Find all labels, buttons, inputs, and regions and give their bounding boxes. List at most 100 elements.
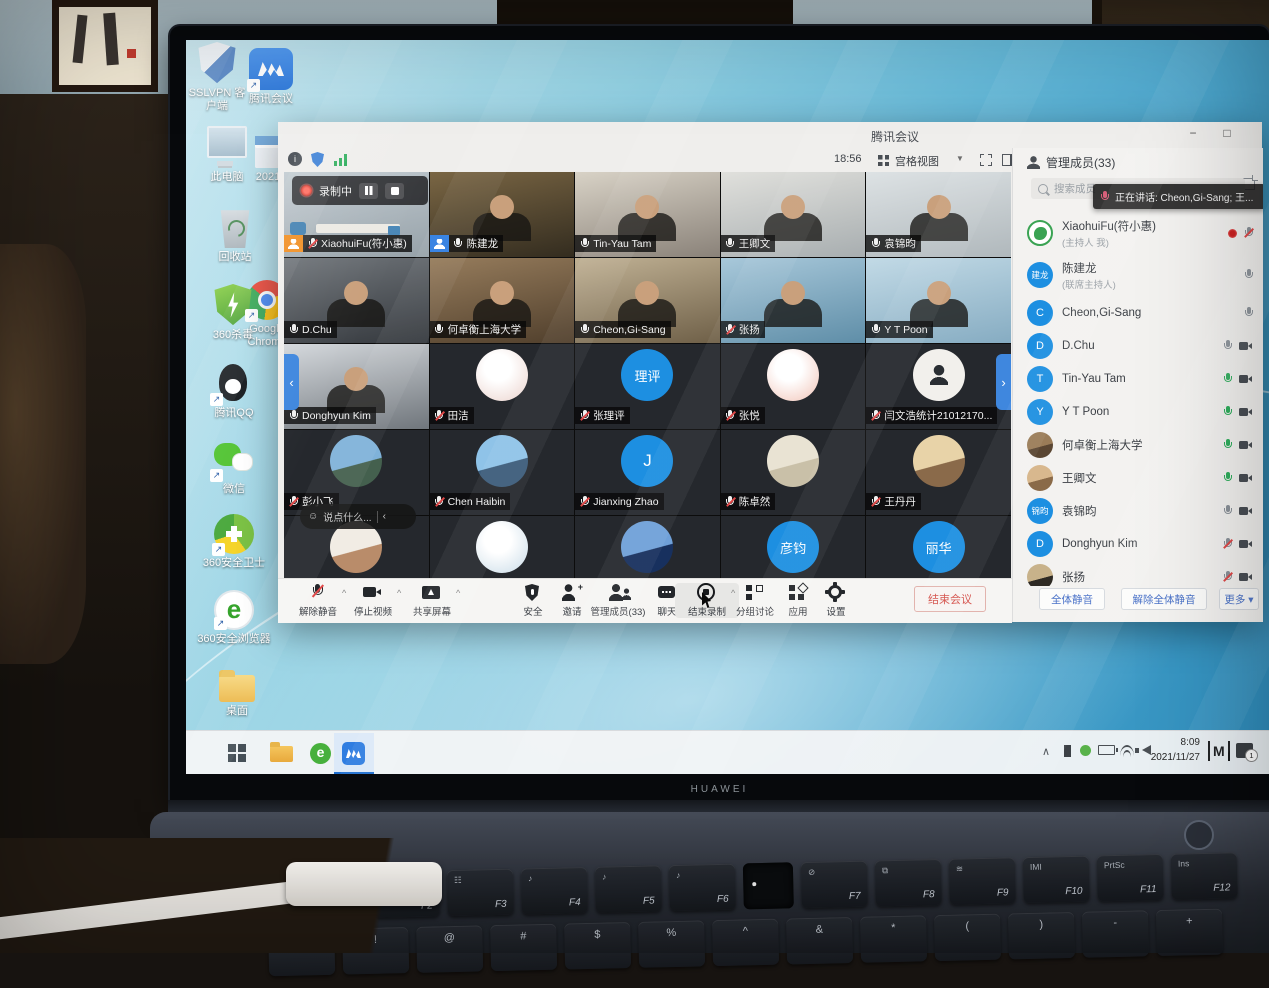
person-glyph [288, 239, 299, 249]
participant-tile[interactable]: JJianxing Zhao [575, 430, 720, 515]
desktop-icon-wechat[interactable]: ↗微信 [206, 438, 262, 496]
toolbar-gear[interactable]: 设置 [804, 583, 868, 618]
member-row[interactable]: XiaohuiFu(符小惠)(主持人 我) [1013, 212, 1263, 254]
fullscreen-icon[interactable] [980, 154, 992, 166]
member-row[interactable]: 王卿文 [1013, 461, 1263, 494]
desktop-icon-label: 腾讯QQ [214, 407, 253, 420]
participant-tile[interactable]: 彦钧彦钧 [721, 516, 866, 578]
battery-icon[interactable] [1098, 745, 1115, 755]
person-head [490, 281, 514, 305]
maximize-button[interactable]: □ [1218, 126, 1236, 140]
view-mode-dropdown[interactable]: 宫格视图 [895, 153, 939, 169]
minimize-button[interactable]: − [1184, 126, 1202, 140]
prev-page-arrow[interactable]: ‹ [284, 354, 299, 410]
participant-tile[interactable]: 彭小飞 [284, 430, 429, 515]
participant-tile[interactable] [575, 516, 720, 578]
meeting-window: 腾讯会议 − □ i 18:56 宫格视图 ▼ XiaohuiFu(符小惠)陈建… [278, 122, 1262, 622]
taskbar-clock[interactable]: 8:09 2021/11/27 [1144, 736, 1200, 765]
participant-tile[interactable] [430, 516, 575, 578]
meeting-taskbar-slot[interactable] [334, 733, 374, 774]
desktop-icon-sslvpn[interactable]: ↗SSLVPN 客户端 [186, 42, 248, 112]
member-row[interactable]: CCheon,Gi-Sang [1013, 296, 1263, 329]
participant-tile[interactable]: 何卓衡上海大学 [430, 258, 575, 343]
member-list: XiaohuiFu(符小惠)(主持人 我)建龙陈建龙(联席主持人)CCheon,… [1013, 212, 1263, 586]
desktop-icon-label: 微信 [223, 483, 245, 496]
member-text: 袁锦昀 [1062, 503, 1097, 519]
key-symbol: ) [1008, 912, 1075, 959]
desktop-icon-label: 360安全浏览器 [197, 633, 270, 646]
participant-tile[interactable]: Tin-Yau Tam [575, 172, 720, 257]
desktop-icon-folder[interactable]: 桌面 [212, 666, 262, 718]
chat-placeholder: 说点什么... [323, 509, 371, 524]
end-meeting-button[interactable]: 结束会议 [914, 586, 986, 612]
member-row[interactable]: 锦昀袁锦昀 [1013, 494, 1263, 527]
member-row[interactable]: 何卓衡上海大学 [1013, 428, 1263, 461]
next-page-arrow[interactable]: › [996, 354, 1011, 410]
member-row[interactable]: 张扬 [1013, 560, 1263, 586]
member-row[interactable]: TTin-Yau Tam [1013, 362, 1263, 395]
participant-tile[interactable]: 田洁 [430, 344, 575, 429]
member-row[interactable]: DD.Chu [1013, 329, 1263, 362]
start-button[interactable] [228, 744, 246, 762]
shortcut-arrow-icon: ↗ [209, 315, 222, 328]
pause-recording-button[interactable] [359, 183, 378, 199]
stop-recording-button[interactable] [385, 183, 404, 199]
usb-tray-icon[interactable] [1064, 745, 1071, 757]
quick-chat-bubble[interactable]: ☺ 说点什么... ‹ [300, 504, 416, 529]
notification-icon[interactable]: 1 [1236, 743, 1253, 758]
toolbar-share[interactable]: 共享屏幕 [400, 583, 464, 618]
key-label: - [1082, 916, 1148, 929]
desktop-icon-recycle[interactable]: 回收站 [206, 206, 264, 264]
participant-tile[interactable]: 王卿文 [721, 172, 866, 257]
participant-tile[interactable]: 张扬 [721, 258, 866, 343]
desktop-icon-label: 桌面 [226, 705, 248, 718]
unmute-all-button[interactable]: 解除全体静音 [1121, 588, 1207, 610]
participant-tile[interactable]: 张悦 [721, 344, 866, 429]
mute-all-button[interactable]: 全体静音 [1039, 588, 1105, 610]
participant-tile[interactable]: Chen Haibin [430, 430, 575, 515]
participant-tile[interactable]: 闫文浩统计21012170... [866, 344, 1011, 429]
participant-name: 陈卓然 [739, 494, 771, 509]
figure-glyph [929, 365, 949, 385]
participant-nameplate: Cheon,Gi-Sang [575, 321, 670, 338]
participant-tile[interactable]: 理评张理评 [575, 344, 720, 429]
network-signal-icon [334, 154, 348, 166]
desktop-icon-safe360[interactable]: ↗360安全卫士 [198, 514, 270, 570]
wifi-icon[interactable] [1120, 745, 1134, 756]
participant-tile[interactable]: Donghyun Kim [284, 344, 429, 429]
member-row[interactable]: DDonghyun Kim [1013, 527, 1263, 560]
browser-360-taskbar-button[interactable] [310, 743, 331, 764]
participant-tile[interactable]: 王丹丹 [866, 430, 1011, 515]
participant-tile[interactable]: 袁锦昀 [866, 172, 1011, 257]
desktop-icon-meeting[interactable]: ↗腾讯会议 [244, 48, 298, 106]
meeting-app-icon [342, 742, 365, 765]
tray-expand-icon[interactable]: ∧ [1042, 745, 1050, 758]
participant-tile[interactable]: 陈建龙 [430, 172, 575, 257]
360-tray-icon[interactable] [1080, 745, 1091, 756]
desktop-icon-qq[interactable]: ↗腾讯QQ [206, 362, 262, 420]
collapse-chat-icon[interactable]: ‹ [383, 511, 386, 522]
desktop-icon-browser360[interactable]: ↗360安全浏览器 [194, 590, 274, 646]
participant-tile[interactable]: Y T Poon [866, 258, 1011, 343]
taskbar: ∧ 8:09 2021/11/27 M 1 [186, 730, 1269, 774]
participant-tile[interactable]: 陈卓然 [721, 430, 866, 515]
member-row[interactable]: YY T Poon [1013, 395, 1263, 428]
emoji-icon: ☺ [308, 511, 318, 522]
member-icons [1223, 439, 1263, 451]
recording-indicator: 录制中 [292, 176, 428, 205]
participant-tile[interactable]: 丽华丽华 [866, 516, 1011, 578]
member-avatar: Y [1027, 399, 1053, 425]
member-row[interactable]: 建龙陈建龙(联席主持人) [1013, 254, 1263, 296]
member-avatar: D [1027, 531, 1053, 557]
search-icon [1038, 184, 1048, 194]
participant-tile[interactable]: Cheon,Gi-Sang [575, 258, 720, 343]
more-button[interactable]: 更多 ▾ [1219, 588, 1259, 610]
participant-tile[interactable]: D.Chu [284, 258, 429, 343]
mic-icon [1244, 307, 1253, 319]
ime-indicator[interactable]: M [1208, 741, 1230, 761]
info-icon[interactable]: i [288, 152, 302, 166]
file-explorer-button[interactable] [270, 746, 293, 762]
shield-icon[interactable] [311, 152, 324, 167]
mic-icon [308, 238, 317, 250]
toolbar-camera[interactable]: 停止视频 [341, 583, 405, 618]
